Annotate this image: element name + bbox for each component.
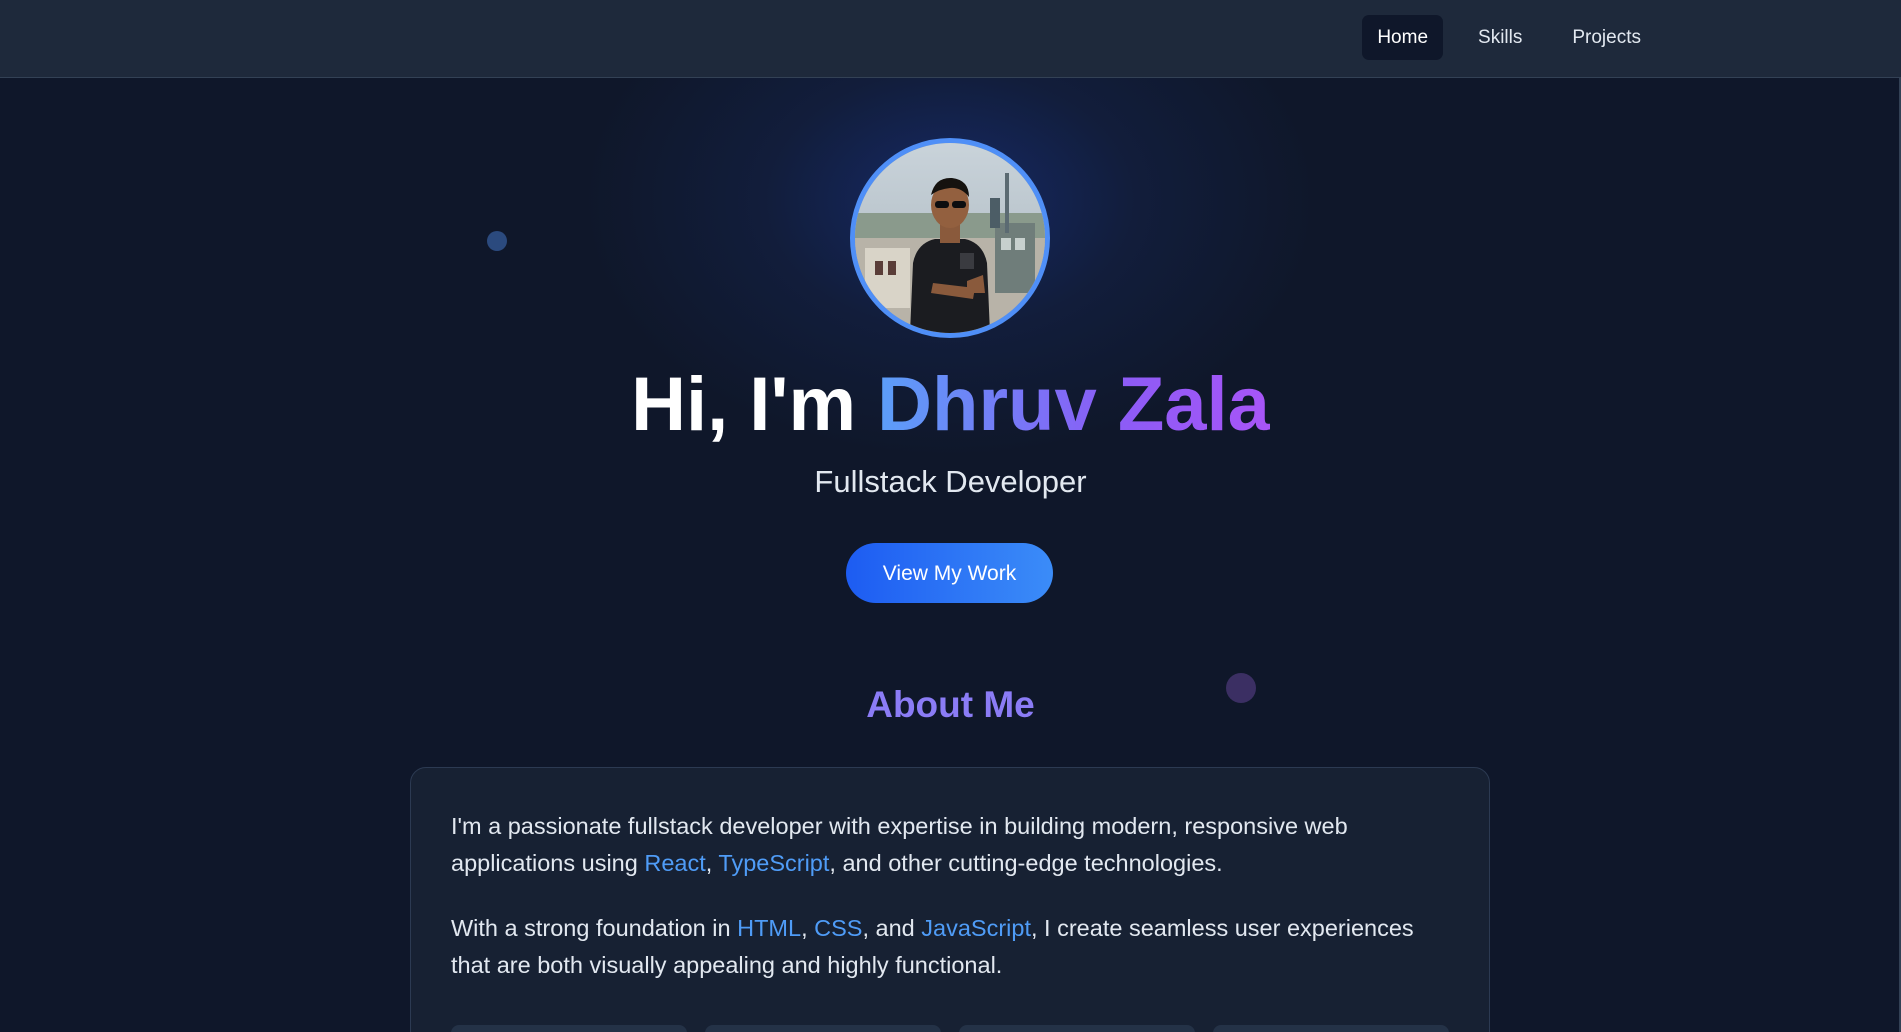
about-text: , <box>801 915 815 941</box>
nav-link-projects[interactable]: Projects <box>1557 15 1656 60</box>
tech-highlight-typescript: TypeScript <box>718 850 830 876</box>
hero-title: Hi, I'm Dhruv Zala <box>0 355 1901 455</box>
about-paragraph-1: I'm a passionate fullstack developer wit… <box>451 808 1449 882</box>
navbar: Home Skills Projects <box>0 0 1901 78</box>
about-stats-row <box>451 1025 1449 1032</box>
nav-links: Home Skills Projects <box>1362 15 1656 60</box>
about-paragraph-2: With a strong foundation in HTML, CSS, a… <box>451 910 1449 984</box>
about-text: , and other cutting-edge technologies. <box>829 850 1223 876</box>
page: Home Skills Projects Hi, I'm Dhruv Zala … <box>0 0 1901 1032</box>
nav-link-home[interactable]: Home <box>1362 15 1444 60</box>
about-section-title: About Me <box>866 684 1035 725</box>
nav-link-skills[interactable]: Skills <box>1463 15 1537 60</box>
tech-highlight-css: CSS <box>814 915 863 941</box>
about-card: I'm a passionate fullstack developer wit… <box>410 767 1490 1032</box>
hero-name: Dhruv Zala <box>877 362 1270 447</box>
stat-card <box>1213 1025 1449 1032</box>
about-text: , <box>705 850 719 876</box>
stat-card <box>451 1025 687 1032</box>
about-text: , and <box>862 915 922 941</box>
stat-card <box>959 1025 1195 1032</box>
tech-highlight-html: HTML <box>737 915 802 941</box>
stat-card <box>705 1025 941 1032</box>
tech-highlight-javascript: JavaScript <box>921 915 1031 941</box>
view-my-work-button[interactable]: View My Work <box>846 543 1053 603</box>
decorative-dot-blue <box>487 231 507 251</box>
tech-highlight-react: React <box>644 850 706 876</box>
profile-avatar <box>850 138 1050 338</box>
hero-subtitle: Fullstack Developer <box>814 464 1087 499</box>
about-text: With a strong foundation in <box>451 915 738 941</box>
profile-photo <box>855 143 1045 333</box>
hero-greeting: Hi, I'm <box>631 362 878 447</box>
